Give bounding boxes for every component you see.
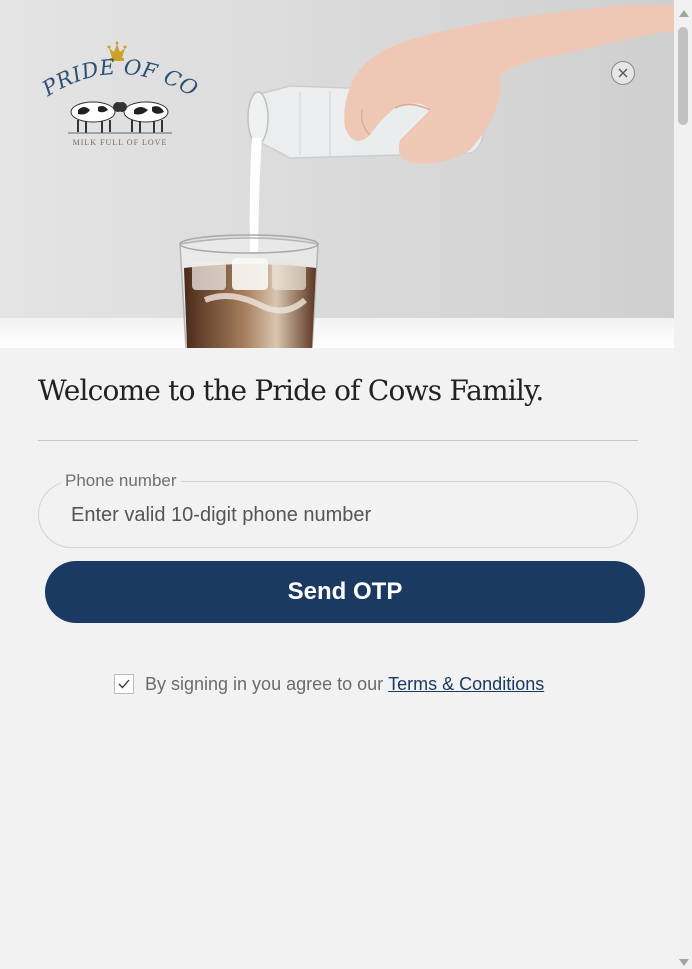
svg-text:PRIDE OF COWS: PRIDE OF COWS <box>38 40 202 101</box>
brand-logo: PRIDE OF COWS <box>38 40 202 152</box>
welcome-title: Welcome to the Pride of Cows Family. <box>38 374 544 407</box>
terms-link[interactable]: Terms & Conditions <box>388 674 544 695</box>
phone-field[interactable]: Phone number <box>38 470 638 548</box>
scroll-down-arrow-icon[interactable] <box>679 959 689 966</box>
scroll-thumb[interactable] <box>678 27 688 125</box>
close-button[interactable] <box>611 61 635 85</box>
phone-label: Phone number <box>61 470 181 492</box>
signin-modal: PRIDE OF COWS <box>0 0 674 969</box>
terms-checkbox[interactable] <box>114 674 134 694</box>
logo-tagline: MILK FULL OF LOVE <box>72 138 168 147</box>
send-otp-button[interactable]: Send OTP <box>45 561 645 623</box>
terms-text: By signing in you agree to our <box>145 673 384 694</box>
hero-image: PRIDE OF COWS <box>0 0 674 348</box>
scrollbar[interactable] <box>674 0 692 969</box>
close-icon <box>618 68 628 78</box>
divider <box>38 440 638 441</box>
terms-agreement: By signing in you agree to our Terms & C… <box>114 672 544 696</box>
scroll-up-arrow-icon[interactable] <box>679 10 689 17</box>
checkmark-icon <box>118 679 130 689</box>
phone-input[interactable] <box>71 502 611 528</box>
